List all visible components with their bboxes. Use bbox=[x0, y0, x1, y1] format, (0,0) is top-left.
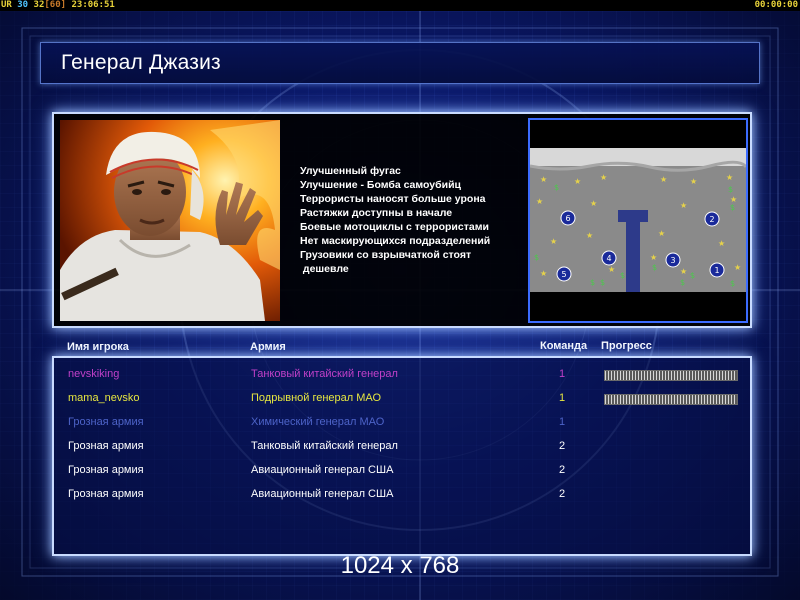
player-team: 1 bbox=[559, 416, 566, 428]
svg-text:★: ★ bbox=[574, 177, 581, 186]
svg-text:★: ★ bbox=[726, 173, 733, 182]
start-position-label: 5 bbox=[561, 270, 566, 279]
player-row: nevskiking Танковый китайский генерал 1 bbox=[54, 365, 750, 385]
svg-text:★: ★ bbox=[680, 267, 687, 276]
svg-text:★: ★ bbox=[550, 237, 557, 246]
column-header-player: Имя игрока bbox=[67, 341, 129, 353]
progress-bar bbox=[604, 394, 738, 405]
svg-text:★: ★ bbox=[680, 201, 687, 210]
svg-text:★: ★ bbox=[650, 253, 657, 262]
bonus-item: Террористы наносят больше урона bbox=[300, 193, 486, 205]
player-army: Химический генерал МАО bbox=[251, 416, 385, 428]
player-name: nevskiking bbox=[68, 368, 120, 380]
player-row: Грозная армия Химический генерал МАО 1 bbox=[54, 413, 750, 433]
status-value-2: 32 bbox=[33, 0, 45, 10]
player-row: Грозная армия Авиационный генерал США 2 bbox=[54, 485, 750, 505]
svg-text:$: $ bbox=[590, 278, 595, 287]
svg-text:★: ★ bbox=[600, 173, 607, 182]
player-army: Авиационный генерал США bbox=[251, 464, 394, 476]
player-army: Авиационный генерал США bbox=[251, 488, 394, 500]
svg-text:$: $ bbox=[680, 278, 685, 287]
general-bonus-list: Улучшенный фугас Улучшение - Бомба самоу… bbox=[300, 164, 490, 276]
player-name: Грозная армия bbox=[68, 416, 144, 428]
player-army: Подрывной генерал МАО bbox=[251, 392, 382, 404]
map-preview: ★★★ ★★★ ★★★ ★★★ ★★★ ★★★ ★★★ $$$ $$$ $$$ … bbox=[528, 118, 748, 323]
svg-text:★: ★ bbox=[590, 199, 597, 208]
status-bar: UR 30 32[60] 23:06:51 00:00:00 bbox=[0, 0, 800, 11]
svg-text:$: $ bbox=[620, 271, 625, 280]
svg-text:★: ★ bbox=[690, 177, 697, 186]
player-team: 1 bbox=[559, 392, 566, 404]
player-team: 1 bbox=[559, 368, 566, 380]
svg-text:$: $ bbox=[600, 278, 605, 287]
bonus-item: дешевле bbox=[300, 263, 349, 275]
column-header-progress: Прогресс bbox=[601, 340, 652, 352]
svg-text:★: ★ bbox=[586, 231, 593, 240]
svg-text:★: ★ bbox=[718, 239, 725, 248]
player-army: Танковый китайский генерал bbox=[251, 368, 398, 380]
svg-text:★: ★ bbox=[608, 265, 615, 274]
svg-text:$: $ bbox=[690, 271, 695, 280]
game-timer: 00:00:00 bbox=[754, 0, 798, 10]
svg-text:★: ★ bbox=[540, 175, 547, 184]
bonus-item: Улучшенный фугас bbox=[300, 165, 401, 177]
svg-text:★: ★ bbox=[734, 263, 741, 272]
bonus-item: Улучшение - Бомба самоубийц bbox=[300, 179, 461, 191]
status-value-1: 30 bbox=[17, 0, 29, 10]
resolution-label: 1024 x 768 bbox=[340, 552, 460, 579]
player-row: Грозная армия Танковый китайский генерал… bbox=[54, 437, 750, 457]
bonus-item: Растяжки доступны в начале bbox=[300, 207, 453, 219]
svg-text:$: $ bbox=[652, 263, 657, 272]
start-position-label: 6 bbox=[565, 214, 570, 223]
svg-text:$: $ bbox=[730, 203, 735, 212]
svg-text:★: ★ bbox=[540, 269, 547, 278]
general-portrait bbox=[60, 120, 280, 321]
start-position-label: 3 bbox=[670, 256, 675, 265]
start-position-label: 2 bbox=[709, 215, 714, 224]
page-title: Генерал Джазиз bbox=[61, 51, 221, 74]
players-panel: nevskiking Танковый китайский генерал 1 … bbox=[52, 356, 752, 556]
player-team: 2 bbox=[559, 488, 566, 500]
svg-text:★: ★ bbox=[536, 197, 543, 206]
player-name: mama_nevsko bbox=[68, 392, 140, 404]
column-header-team: Команда bbox=[540, 340, 588, 352]
player-row: mama_nevsko Подрывной генерал МАО 1 bbox=[54, 389, 750, 409]
player-name: Грозная армия bbox=[68, 488, 144, 500]
player-name: Грозная армия bbox=[68, 440, 144, 452]
bonus-item: Грузовики со взрывчаткой стоят bbox=[300, 249, 472, 261]
player-team: 2 bbox=[559, 440, 566, 452]
ur-label: UR bbox=[1, 0, 12, 10]
column-header-army: Армия bbox=[250, 341, 286, 353]
svg-text:★: ★ bbox=[660, 175, 667, 184]
bonus-item: Нет маскирующихся подразделений bbox=[300, 235, 491, 247]
clock: 23:06:51 bbox=[71, 0, 115, 10]
svg-text:$: $ bbox=[730, 279, 735, 288]
svg-text:★: ★ bbox=[658, 229, 665, 238]
progress-bar bbox=[604, 370, 738, 381]
svg-text:$: $ bbox=[554, 183, 559, 192]
player-row: Грозная армия Авиационный генерал США 2 bbox=[54, 461, 750, 481]
start-position-label: 1 bbox=[714, 266, 719, 275]
svg-text:$: $ bbox=[534, 253, 539, 262]
player-army: Танковый китайский генерал bbox=[251, 440, 398, 452]
status-value-3: [60] bbox=[44, 0, 67, 10]
player-name: Грозная армия bbox=[68, 464, 144, 476]
start-position-label: 4 bbox=[606, 254, 611, 263]
player-team: 2 bbox=[559, 464, 566, 476]
svg-text:$: $ bbox=[728, 185, 733, 194]
general-info-panel: Улучшенный фугас Улучшение - Бомба самоу… bbox=[52, 112, 752, 328]
bonus-item: Боевые мотоциклы с террористами bbox=[300, 221, 489, 233]
title-bar: Генерал Джазиз bbox=[40, 42, 760, 84]
